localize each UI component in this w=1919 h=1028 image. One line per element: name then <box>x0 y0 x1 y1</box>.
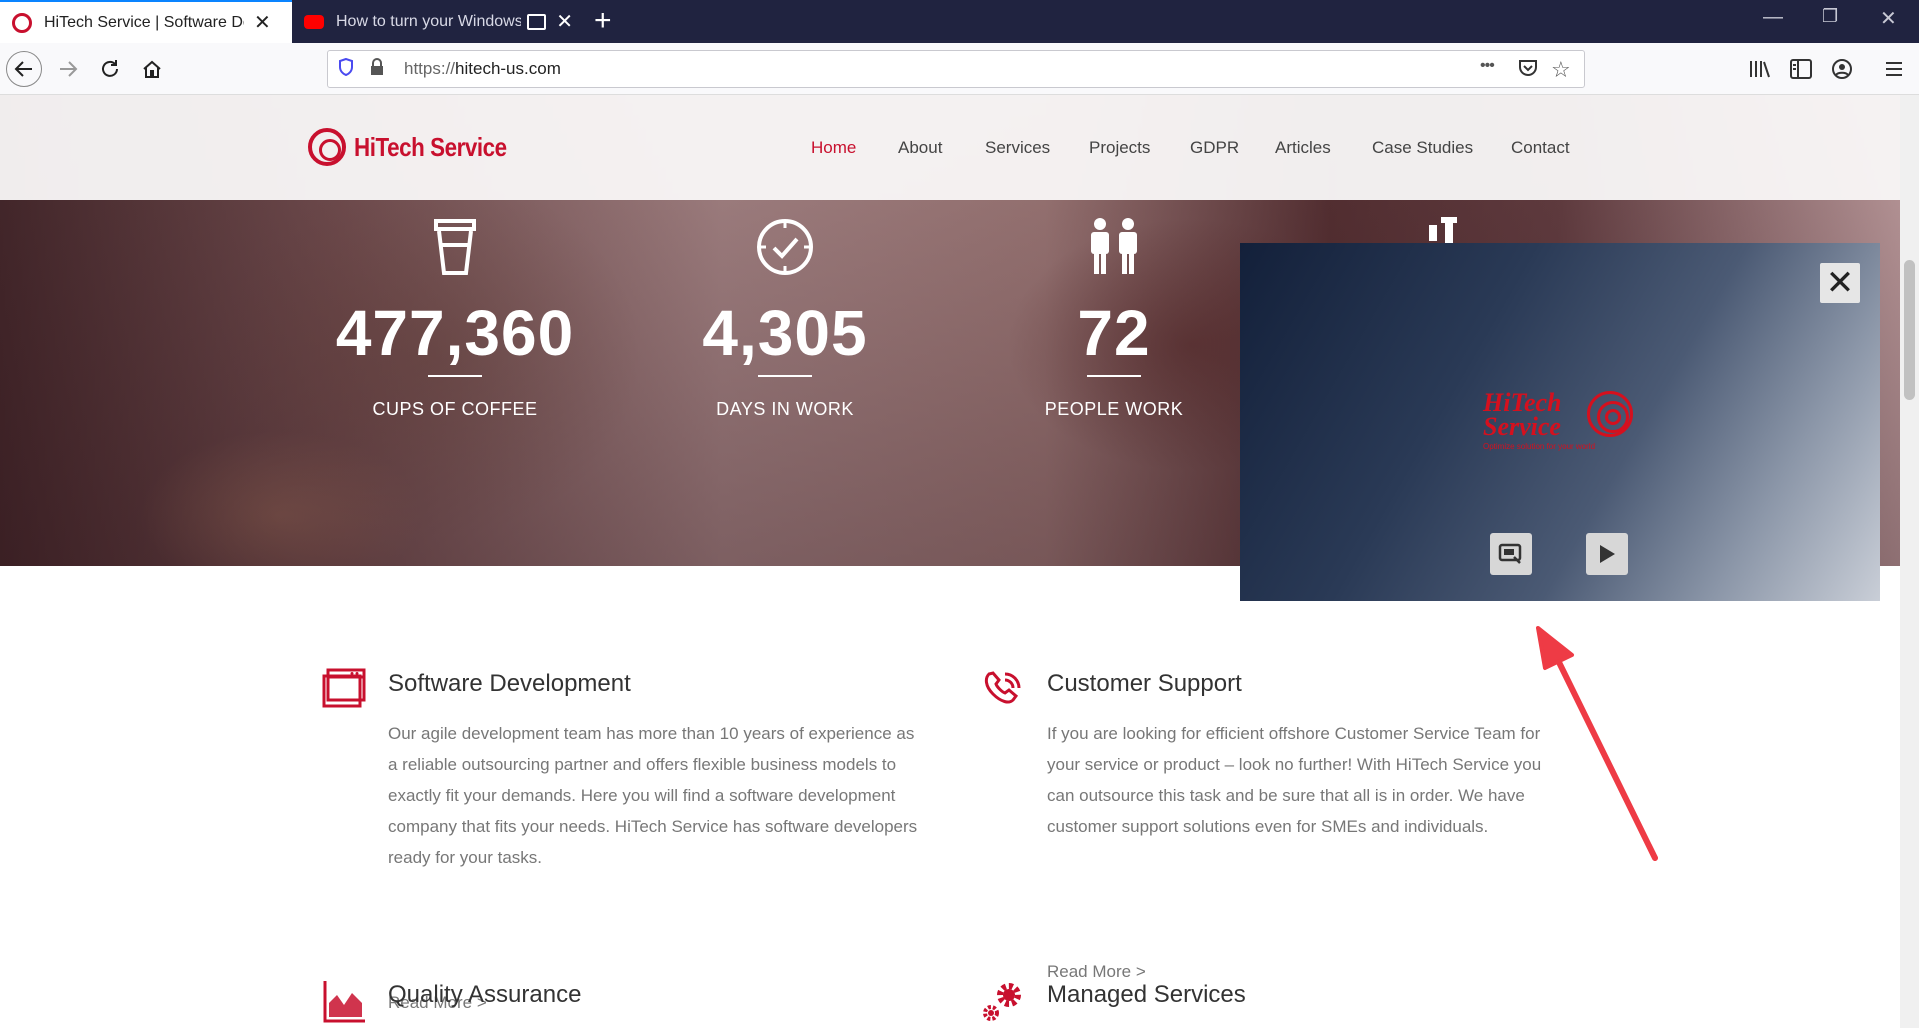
browser-tab-strip: HiTech Service | Software Development ✕ … <box>0 0 1919 43</box>
stat-fourth-icon <box>1425 215 1465 245</box>
service-description: If you are looking for efficient offshor… <box>1047 724 1542 836</box>
reload-icon <box>102 60 118 77</box>
restore-icon[interactable]: ❐ <box>1822 6 1838 27</box>
stat-value: 477,360 <box>335 297 575 369</box>
stat-divider <box>1087 375 1141 377</box>
pip-logo-line2: Service <box>1483 412 1561 441</box>
scrollbar-thumb[interactable] <box>1904 260 1915 400</box>
lock-icon[interactable] <box>370 57 384 81</box>
url-text[interactable]: https://hitech-us.com <box>404 59 561 79</box>
stat-divider <box>428 375 482 377</box>
hitech-rings-icon <box>1587 391 1633 437</box>
service-description: Our agile development team has more than… <box>388 724 918 867</box>
shield-icon[interactable] <box>338 57 354 81</box>
home-icon <box>143 60 161 78</box>
site-header: HiTech Service Home About Services Proje… <box>0 95 1900 200</box>
sidebar-icon <box>1790 59 1812 79</box>
menu-item-projects[interactable]: Projects <box>1089 138 1150 158</box>
page-scrollbar[interactable] <box>1900 95 1919 1028</box>
hamburger-icon <box>1886 62 1902 76</box>
play-icon <box>1600 545 1615 563</box>
clock-check-icon <box>635 215 935 279</box>
reload-button[interactable] <box>92 51 128 87</box>
stat-label: PEOPLE WORK <box>1044 399 1184 419</box>
hitech-logo-icon <box>308 128 346 166</box>
stat-people: 72 PEOPLE WORK <box>964 215 1264 420</box>
menu-item-home[interactable]: Home <box>811 138 856 158</box>
pip-logo-tagline: Optimize solution for your world <box>1483 442 1596 451</box>
picture-in-picture-window[interactable]: ✕ HiTech Service Optimize solution for y… <box>1240 243 1880 601</box>
service-title: Managed Services <box>1047 981 1246 1008</box>
menu-item-gdpr[interactable]: GDPR <box>1190 138 1239 158</box>
service-title: Customer Support <box>1047 670 1242 697</box>
page-actions-icon[interactable]: ••• <box>1480 57 1495 75</box>
stat-coffee: 477,360 CUPS OF COFFEE <box>305 215 605 420</box>
return-to-tab-icon <box>1498 543 1522 564</box>
stat-label: DAYS IN WORK <box>716 399 854 419</box>
stat-value: 72 <box>1077 297 1151 369</box>
tab-youtube[interactable]: How to turn your Windows ✕ <box>292 0 585 43</box>
youtube-favicon-icon <box>304 14 324 29</box>
pocket-icon[interactable] <box>1518 58 1538 83</box>
site-logo[interactable]: HiTech Service <box>308 128 532 166</box>
sidebar-button[interactable] <box>1783 51 1819 87</box>
menu-item-case-studies[interactable]: Case Studies <box>1372 138 1473 158</box>
menu-item-about[interactable]: About <box>898 138 942 158</box>
forward-button[interactable] <box>50 51 86 87</box>
account-icon <box>1832 59 1852 79</box>
people-icon <box>964 215 1264 279</box>
arrow-left-icon <box>14 61 32 77</box>
menu-item-articles[interactable]: Articles <box>1275 138 1331 158</box>
stat-label: CUPS OF COFFEE <box>372 399 538 419</box>
tab-hitech-service[interactable]: HiTech Service | Software Development ✕ <box>0 0 292 43</box>
service-title: Software Development <box>388 670 631 697</box>
library-icon <box>1750 61 1770 78</box>
pip-play-button[interactable] <box>1586 533 1628 575</box>
pip-video-logo: HiTech Service Optimize solution for you… <box>1483 390 1633 451</box>
chart-icon <box>322 979 366 1023</box>
tab-title: HiTech Service | Software Development <box>44 13 244 31</box>
pip-return-to-tab-button[interactable] <box>1490 533 1532 575</box>
phone-call-icon <box>981 668 1025 712</box>
new-tab-button[interactable]: + <box>594 4 612 38</box>
tab-close-icon[interactable]: ✕ <box>556 9 573 34</box>
picture-in-picture-tab-icon[interactable] <box>526 13 547 30</box>
menu-item-contact[interactable]: Contact <box>1511 138 1570 158</box>
logo-text: HiTech Service <box>354 131 507 162</box>
tab-close-icon[interactable]: ✕ <box>254 10 271 35</box>
stat-days: 4,305 DAYS IN WORK <box>635 215 935 420</box>
browser-toolbar: https://hitech-us.com ••• ☆ <box>0 43 1919 95</box>
menu-item-services[interactable]: Services <box>985 138 1050 158</box>
home-button[interactable] <box>134 51 170 87</box>
service-title: Quality Assurance <box>388 981 582 1008</box>
menu-button[interactable] <box>1876 51 1912 87</box>
coffee-cup-icon <box>305 215 605 279</box>
account-button[interactable] <box>1824 51 1860 87</box>
arrow-right-icon <box>60 61 78 77</box>
stat-divider <box>758 375 812 377</box>
tab-title: How to turn your Windows <box>336 12 521 30</box>
browser-window-icon <box>322 668 366 712</box>
stat-value: 4,305 <box>702 297 868 369</box>
address-bar[interactable]: https://hitech-us.com ••• ☆ <box>327 50 1585 88</box>
read-more-link[interactable]: Read More > <box>1047 962 1146 982</box>
back-button[interactable] <box>6 51 42 87</box>
library-button[interactable] <box>1742 51 1778 87</box>
window-close-icon[interactable]: ✕ <box>1880 6 1897 31</box>
minimize-icon[interactable]: — <box>1763 6 1783 29</box>
gears-icon <box>981 979 1025 1023</box>
pip-close-button[interactable]: ✕ <box>1820 263 1860 303</box>
hitech-favicon-icon <box>12 12 32 33</box>
bookmark-star-icon[interactable]: ☆ <box>1551 57 1571 83</box>
